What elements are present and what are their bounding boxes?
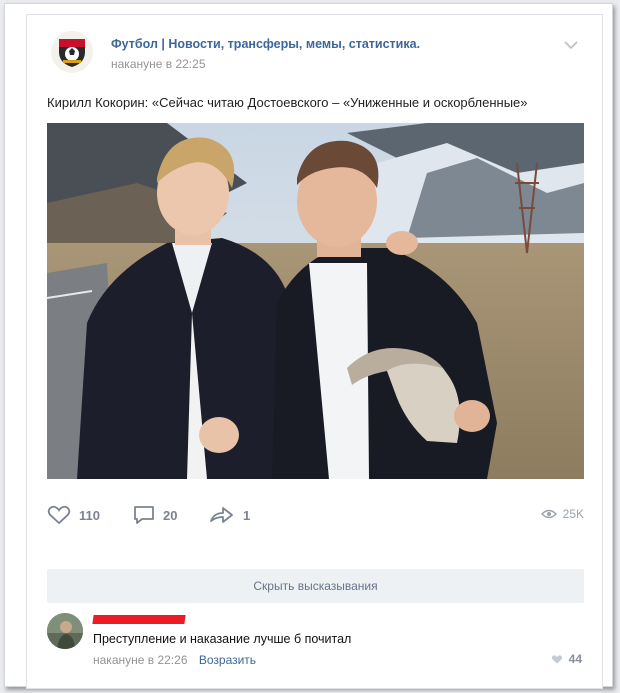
reply-link[interactable]: Возразить [199, 653, 256, 667]
chevron-down-icon[interactable] [563, 39, 579, 51]
post-photo[interactable] [47, 123, 584, 479]
hide-comments-button[interactable]: Скрыть высказывания [47, 569, 584, 603]
heart-icon [551, 654, 562, 663]
comment-meta: накануне в 22:26 Возразить [93, 653, 256, 667]
post-timestamp[interactable]: накануне в 22:25 [111, 57, 206, 71]
club-logo-icon [59, 39, 85, 67]
share-arrow-icon [210, 507, 233, 523]
comments-count: 20 [163, 507, 178, 523]
comment-text: Преступление и наказание лучше б почитал [93, 632, 352, 646]
screenshot-frame: Футбол | Новости, трансферы, мемы, стати… [4, 3, 613, 689]
comment-timestamp[interactable]: накануне в 22:26 [93, 653, 188, 667]
like-button[interactable]: 110 [47, 505, 100, 525]
shares-count: 1 [243, 507, 251, 523]
commenter-avatar[interactable] [47, 613, 83, 649]
heart-icon [47, 505, 71, 525]
eye-icon [540, 509, 557, 519]
photo-two-men-mountains [47, 123, 584, 479]
redacted-commenter-name [92, 615, 186, 624]
comment-bubble-icon [134, 506, 154, 524]
share-button[interactable]: 1 [209, 505, 250, 525]
commenter-photo [47, 613, 83, 649]
post-text: Кирилл Кокорин: «Сейчас читаю Достоевско… [47, 95, 528, 110]
post-actions-bar: 110 20 1 25K [47, 505, 584, 533]
comment-likes-count: 44 [568, 652, 582, 666]
group-name-link[interactable]: Футбол | Новости, трансферы, мемы, стати… [111, 37, 420, 51]
likes-count: 110 [79, 507, 100, 523]
views-count: 25K [562, 507, 584, 521]
group-avatar[interactable] [51, 31, 93, 73]
comment-button[interactable]: 20 [133, 505, 177, 525]
comment-like-button[interactable]: 44 [551, 652, 582, 666]
views-counter: 25K [540, 507, 584, 521]
post-card: Футбол | Новости, трансферы, мемы, стати… [26, 14, 603, 689]
